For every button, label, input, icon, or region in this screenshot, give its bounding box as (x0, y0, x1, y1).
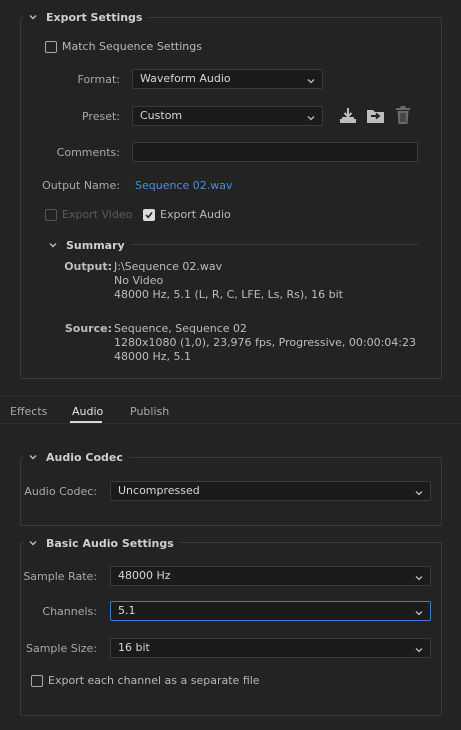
summary-divider (130, 244, 418, 245)
preset-dropdown[interactable]: Custom (132, 106, 323, 126)
summary-header[interactable]: Summary (46, 238, 131, 252)
basic-audio-title: Basic Audio Settings (46, 536, 174, 550)
format-label: Format: (77, 73, 120, 86)
chevron-down-icon (414, 643, 424, 653)
tab-effects[interactable]: Effects (10, 405, 47, 418)
chevron-down-icon (414, 571, 424, 581)
channels-dropdown[interactable]: 5.1 (110, 601, 431, 621)
tabs-bottom-divider (0, 423, 461, 424)
sample-rate-label: Sample Rate: (23, 570, 97, 583)
checkmark-icon (145, 212, 153, 219)
chevron-down-icon (28, 12, 38, 22)
export-video-label: Export Video (62, 208, 133, 221)
tab-audio[interactable]: Audio (72, 405, 103, 418)
import-preset-icon[interactable] (366, 107, 386, 128)
chevron-down-icon (414, 606, 424, 616)
chevron-down-icon (28, 538, 38, 548)
audio-codec-header[interactable]: Audio Codec (24, 450, 129, 464)
export-audio-label: Export Audio (160, 208, 231, 221)
summary-source-line: Sequence, Sequence 02 (114, 322, 248, 335)
chevron-down-icon (48, 240, 58, 250)
output-name-link[interactable]: Sequence 02.wav (135, 179, 233, 192)
chevron-down-icon (306, 74, 316, 84)
audio-codec-title: Audio Codec (46, 450, 123, 464)
separate-file-checkbox[interactable] (31, 675, 43, 687)
audio-codec-value: Uncompressed (118, 484, 200, 497)
format-value: Waveform Audio (140, 72, 231, 85)
match-sequence-label: Match Sequence Settings (62, 40, 202, 53)
format-dropdown[interactable]: Waveform Audio (132, 69, 323, 89)
chevron-down-icon (306, 111, 316, 121)
summary-output-line: No Video (114, 274, 164, 287)
preset-value: Custom (140, 109, 183, 122)
separate-file-label: Export each channel as a separate file (48, 674, 260, 687)
summary-source-line: 1280x1080 (1,0), 23,976 fps, Progressive… (114, 336, 417, 349)
channels-label: Channels: (42, 605, 97, 618)
summary-source-line: 48000 Hz, 5.1 (114, 350, 192, 363)
audio-codec-label: Audio Codec: (24, 485, 97, 498)
channels-value: 5.1 (118, 604, 136, 617)
sample-size-value: 16 bit (118, 641, 150, 654)
save-preset-icon[interactable] (339, 107, 357, 128)
basic-audio-header[interactable]: Basic Audio Settings (24, 536, 180, 550)
sample-rate-value: 48000 Hz (118, 569, 171, 582)
comments-input[interactable] (132, 142, 418, 162)
output-name-label: Output Name: (42, 179, 120, 192)
export-settings-title: Export Settings (46, 10, 143, 24)
summary-output-key: Output: (64, 260, 112, 273)
tabs-top-divider (0, 396, 461, 397)
sample-rate-dropdown[interactable]: 48000 Hz (110, 566, 431, 586)
summary-source-key: Source: (64, 322, 112, 335)
export-audio-checkbox[interactable] (143, 209, 155, 221)
export-settings-header[interactable]: Export Settings (24, 10, 149, 24)
chevron-down-icon (28, 452, 38, 462)
preset-label: Preset: (81, 110, 120, 123)
match-sequence-checkbox[interactable] (45, 41, 57, 53)
audio-codec-dropdown[interactable]: Uncompressed (110, 481, 431, 501)
sample-size-label: Sample Size: (25, 642, 97, 655)
sample-size-dropdown[interactable]: 16 bit (110, 638, 431, 658)
chevron-down-icon (414, 486, 424, 496)
summary-output-line: 48000 Hz, 5.1 (L, R, C, LFE, Ls, Rs), 16… (114, 288, 343, 301)
summary-title: Summary (66, 238, 125, 252)
export-video-checkbox (45, 209, 57, 221)
delete-preset-icon[interactable] (395, 106, 411, 128)
summary-output-line: J:\Sequence 02.wav (114, 260, 223, 273)
tab-publish[interactable]: Publish (130, 405, 169, 418)
comments-label: Comments: (56, 146, 120, 159)
